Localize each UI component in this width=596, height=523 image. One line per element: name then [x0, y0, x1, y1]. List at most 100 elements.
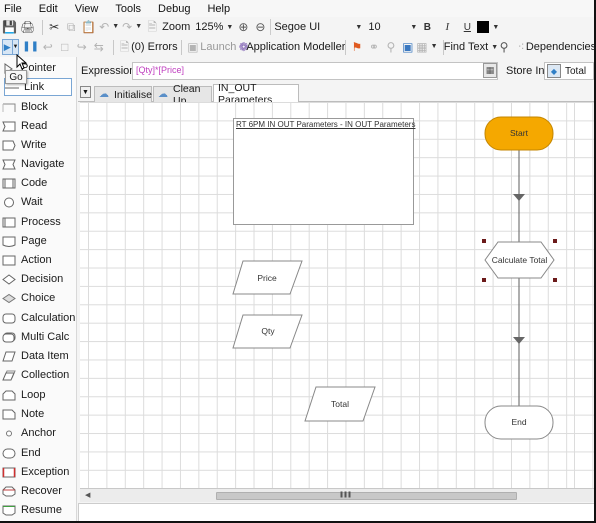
menu-view[interactable]: View: [75, 3, 99, 15]
palette-item-code[interactable]: Code: [2, 174, 74, 192]
link-icon[interactable]: ⚭: [367, 39, 381, 55]
scroll-left-icon[interactable]: ◀: [85, 491, 90, 499]
palette-label: Navigate: [21, 158, 65, 170]
application-modeller-button[interactable]: Application Modeller: [246, 39, 345, 55]
expression-editor-button[interactable]: ▦: [483, 63, 497, 78]
palette-item-block[interactable]: Block: [2, 98, 74, 116]
menu-tools[interactable]: Tools: [115, 3, 141, 15]
find-text-button[interactable]: Find Text ▼: [444, 39, 498, 55]
tab-in-out-parameters[interactable]: IN_OUT Parameters: [213, 82, 299, 106]
palette-item-multi-calc[interactable]: Multi Calc: [2, 328, 74, 346]
text-color-button[interactable]: ▼: [477, 19, 499, 35]
palette-item-data-item[interactable]: Data Item: [2, 347, 74, 365]
step-out-icon[interactable]: ↪: [75, 39, 89, 55]
errors-button[interactable]: (0) Errors: [131, 39, 177, 55]
palette-item-calculation[interactable]: Calculation: [2, 309, 75, 327]
menu-debug[interactable]: Debug: [158, 3, 190, 15]
palette-item-anchor[interactable]: Anchor: [2, 424, 74, 442]
palette-item-write[interactable]: Write: [2, 136, 74, 154]
palette-item-action[interactable]: Action: [2, 251, 74, 269]
redo-icon[interactable]: ↷ ▼: [122, 19, 142, 35]
paste-icon[interactable]: 📋: [81, 19, 96, 35]
select-all-icon[interactable]: ▣: [401, 39, 415, 55]
go-button[interactable]: ▶: [2, 39, 13, 55]
arrow-icon: [513, 194, 525, 201]
palette-item-process[interactable]: Process: [2, 213, 74, 231]
palette-item-end[interactable]: End: [2, 444, 74, 462]
palette-item-decision[interactable]: Decision: [2, 270, 74, 288]
block-icon: [2, 103, 16, 112]
formatting-toolbar: 💾 🖨 ✂ ⧉ 📋 ↶ ▼ ↷ ▼ 🗎 Zoom 125% ▼ ⊕ ⊖ Segoe …: [0, 17, 594, 37]
chevron-down-icon: ▼: [12, 44, 19, 50]
print-icon[interactable]: 🖨: [20, 19, 35, 35]
palette-item-collection[interactable]: Collection: [2, 366, 74, 384]
note-icon: [2, 409, 16, 419]
underline-button[interactable]: U: [460, 19, 474, 35]
selection-handle[interactable]: [482, 278, 486, 282]
color-swatch: [477, 21, 490, 33]
palette-item-loop[interactable]: Loop: [2, 386, 74, 404]
selection-handle[interactable]: [553, 278, 557, 282]
horizontal-scrollbar[interactable]: ◀ ❚❚❚: [80, 488, 594, 502]
menu-file[interactable]: File: [4, 3, 22, 15]
zoom-in-icon[interactable]: ⊕: [236, 19, 250, 35]
scrollbar-thumb[interactable]: [216, 492, 517, 500]
selection-handle[interactable]: [482, 239, 486, 243]
palette-item-note[interactable]: Note: [2, 405, 74, 423]
undo-icon[interactable]: ↶ ▼: [99, 19, 119, 35]
store-in-value: Total: [565, 65, 587, 77]
palette-item-page[interactable]: Page: [2, 232, 74, 250]
end-icon: [2, 448, 16, 458]
reset-icon[interactable]: ⇆: [92, 39, 106, 55]
zoom-select[interactable]: 125% ▼: [195, 19, 233, 35]
menu-bar: File Edit View Tools Debug Help: [0, 0, 594, 17]
palette-label: Collection: [21, 369, 70, 381]
palette-item-choice[interactable]: Choice: [2, 289, 74, 307]
separator: [112, 39, 114, 55]
menu-help[interactable]: Help: [207, 3, 230, 15]
chevron-down-icon: ▼: [355, 23, 363, 31]
launch-button[interactable]: Launch: [200, 39, 236, 55]
tab-clean-up[interactable]: ☁ Clean Up: [153, 83, 212, 107]
breakpoint-flag-icon[interactable]: ⚑: [350, 39, 364, 55]
tab-initialise[interactable]: ☁ Initialise: [94, 86, 152, 102]
grid-icon[interactable]: ▦ ▼: [416, 39, 437, 55]
tab-list-dropdown[interactable]: ▼: [80, 86, 91, 98]
italic-button[interactable]: I: [440, 19, 454, 35]
find-icon[interactable]: ⚲: [384, 39, 398, 55]
palette-item-wait[interactable]: Wait: [2, 193, 74, 211]
copy-icon[interactable]: ⧉: [64, 19, 78, 35]
go-dropdown[interactable]: ▼: [12, 39, 20, 55]
step-over-icon[interactable]: □: [58, 39, 72, 55]
chevron-down-icon: ▼: [492, 23, 500, 31]
palette-item-read[interactable]: Read: [2, 117, 74, 135]
process-canvas[interactable]: RT 6PM IN OUT Parameters - IN OUT Parame…: [80, 102, 568, 488]
palette-label: Choice: [21, 292, 56, 304]
data-item-icon: ◆: [547, 64, 561, 78]
zoom-page-icon[interactable]: 🗎: [145, 19, 159, 35]
expression-input[interactable]: [Qty]*[Price]: [132, 62, 498, 80]
pause-icon[interactable]: ❚❚: [22, 39, 39, 55]
bold-button[interactable]: B: [420, 19, 434, 35]
selection-handle[interactable]: [553, 239, 557, 243]
zoom-out-icon[interactable]: ⊖: [253, 19, 267, 35]
palette-item-navigate[interactable]: Navigate: [2, 155, 74, 173]
cut-icon[interactable]: ✂: [47, 19, 61, 35]
font-size-select[interactable]: 10 ▼: [365, 19, 420, 35]
palette-item-resume[interactable]: Resume: [2, 501, 74, 519]
debug-toolbar: ▶ ▼ ❚❚ ↩ □ ↪ ⇆ 🗎 (0) Errors ▣ Launch ❁ A…: [0, 37, 596, 57]
dependencies-button[interactable]: Dependencies: [526, 39, 596, 55]
binoculars-icon[interactable]: ⚲: [497, 39, 511, 55]
expression-label: Expression:: [81, 65, 139, 77]
menu-edit[interactable]: Edit: [39, 3, 58, 15]
font-family-select[interactable]: Segoe UI ▼: [270, 19, 365, 35]
palette-item-recover[interactable]: Recover: [2, 482, 74, 500]
step-icon[interactable]: ↩: [41, 39, 55, 55]
code-icon: [2, 178, 16, 188]
data-item-label: Qty: [261, 326, 275, 336]
save-icon[interactable]: 💾: [2, 19, 17, 35]
palette-label: Data Item: [21, 350, 69, 362]
calculation-label: Calculate Total: [492, 255, 548, 265]
store-in-field[interactable]: ◆ Total: [544, 62, 594, 80]
palette-item-exception[interactable]: Exception: [2, 463, 74, 481]
